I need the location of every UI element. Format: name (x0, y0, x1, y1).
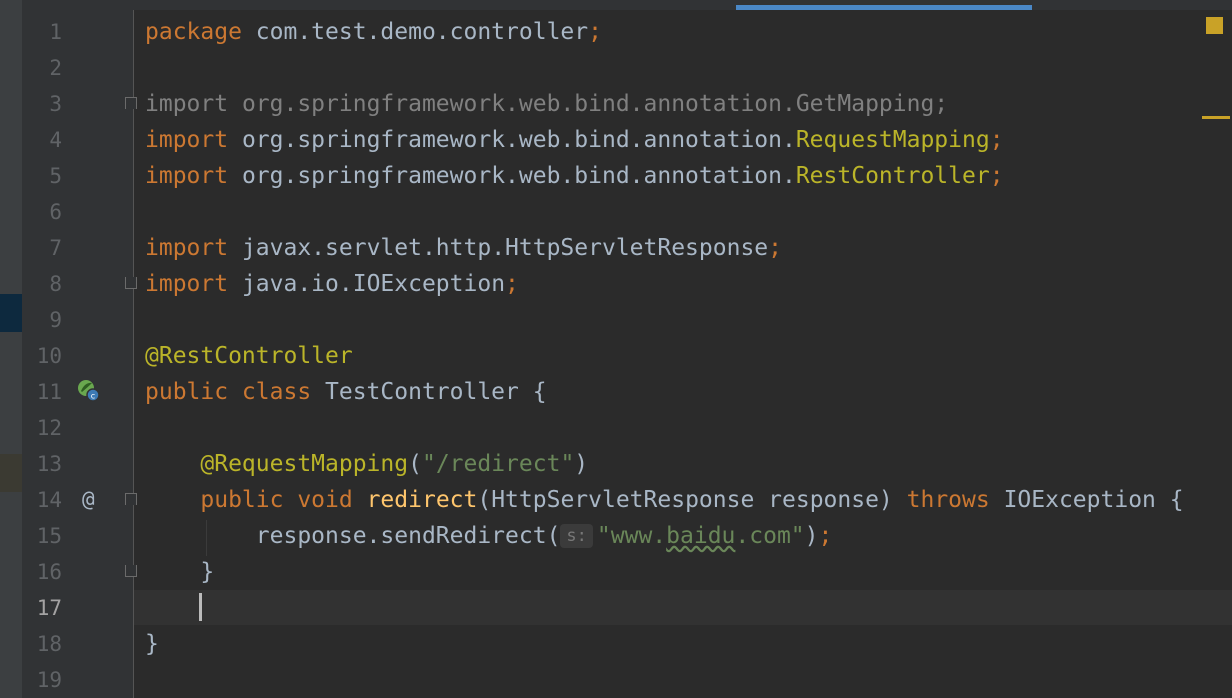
code-token: ( (408, 451, 422, 477)
code-token: } (145, 631, 159, 657)
line-number[interactable]: 10 (22, 338, 62, 374)
code-token: import (145, 235, 229, 261)
line-number[interactable]: 4 (22, 122, 62, 158)
code-token: import (145, 163, 229, 189)
code-token: (HttpServletResponse response) (477, 487, 907, 513)
code-token: import (145, 91, 229, 117)
line-number[interactable]: 14 (22, 482, 62, 518)
line-number[interactable]: 8 (22, 266, 62, 302)
code-line[interactable]: package com.test.demo.controller; (145, 14, 602, 50)
indent-guide (206, 520, 207, 556)
line-number[interactable]: 7 (22, 230, 62, 266)
fold-imports-start-icon[interactable] (125, 97, 137, 109)
inspection-status-icon[interactable] (1206, 17, 1223, 34)
code-token: IOException { (989, 487, 1184, 513)
code-token: public void (200, 487, 353, 513)
fold-method-end-icon[interactable] (125, 565, 137, 577)
svg-text:c: c (91, 392, 95, 401)
code-line[interactable]: public void redirect(HttpServletResponse… (145, 482, 1184, 518)
code-token: @RequestMapping (200, 451, 409, 477)
code-token: RestController (795, 163, 990, 189)
code-token: import (145, 127, 229, 153)
code-token: throws (906, 487, 990, 513)
code-token: @RestController (145, 343, 353, 369)
code-token: org.springframework.web.bind.annotation. (228, 163, 796, 189)
scrollbar-warning-marker[interactable] (1202, 116, 1230, 119)
code-line[interactable]: import javax.servlet.http.HttpServletRes… (145, 230, 782, 266)
code-line[interactable]: import java.io.IOException; (145, 266, 519, 302)
code-line[interactable]: response.sendRedirect(s: "www.baidu.com")… (145, 518, 833, 554)
fold-method-start-icon[interactable] (125, 493, 137, 505)
code-line[interactable]: import org.springframework.web.bind.anno… (145, 86, 948, 122)
code-line[interactable]: } (145, 554, 214, 590)
code-token: response.sendRedirect( (145, 523, 561, 549)
spring-bean-icon[interactable]: c (76, 378, 100, 402)
code-token: java.io.IOException (228, 271, 506, 297)
line-number[interactable]: 17 (22, 590, 62, 626)
line-number[interactable]: 19 (22, 662, 62, 698)
editor-tab-bar (22, 0, 1232, 10)
line-number[interactable]: 15 (22, 518, 62, 554)
line-number[interactable]: 9 (22, 302, 62, 338)
line-number[interactable]: 16 (22, 554, 62, 590)
line-number[interactable]: 11 (22, 374, 62, 410)
code-line[interactable]: import org.springframework.web.bind.anno… (145, 122, 1004, 158)
line-number[interactable]: 3 (22, 86, 62, 122)
request-mapping-at-icon[interactable]: @ (82, 484, 95, 514)
line-number[interactable]: 13 (22, 446, 62, 482)
line-number[interactable]: 1 (22, 14, 62, 50)
current-line-highlight (134, 590, 1232, 625)
code-token: } (145, 559, 215, 585)
parameter-hint: s: (560, 524, 593, 548)
text-caret (199, 593, 202, 621)
code-token: ; (505, 271, 519, 297)
code-token: org.springframework.web.bind.annotation. (228, 127, 796, 153)
code-token: org.springframework.web.bind.annotation.… (228, 91, 949, 117)
code-token: ; (989, 163, 1004, 189)
line-number[interactable]: 2 (22, 50, 62, 86)
code-line[interactable]: import org.springframework.web.bind.anno… (145, 158, 1004, 194)
line-number[interactable]: 5 (22, 158, 62, 194)
code-token: ; (768, 235, 782, 261)
code-token: import (145, 271, 229, 297)
code-token: baidu (666, 523, 736, 549)
code-token: public class (145, 379, 312, 405)
code-token: ; (989, 127, 1004, 153)
code-token: redirect (366, 487, 478, 513)
line-number[interactable]: 12 (22, 410, 62, 446)
code-token: "www. (596, 523, 667, 549)
code-line[interactable]: public class TestController { (145, 374, 547, 410)
line-number[interactable]: 6 (22, 194, 62, 230)
left-strip-highlight (0, 294, 22, 332)
code-token: .com" (735, 523, 805, 549)
code-token: RequestMapping (795, 127, 990, 153)
code-token: package (145, 19, 242, 45)
code-line[interactable]: @RequestMapping("/redirect") (145, 446, 588, 482)
code-token: javax.servlet.http.HttpServletResponse (228, 235, 769, 261)
code-token: ) (804, 523, 819, 549)
left-tool-strip (0, 0, 23, 698)
line-number[interactable]: 18 (22, 626, 62, 662)
code-token: ; (588, 19, 602, 45)
code-token: ; (818, 523, 833, 549)
code-token: ) (574, 451, 589, 477)
code-token: TestController { (311, 379, 547, 405)
code-token: com.test.demo.controller (241, 19, 589, 45)
code-token: "/redirect" (421, 451, 575, 477)
code-line[interactable]: @RestController (145, 338, 353, 374)
fold-imports-end-icon[interactable] (125, 277, 137, 289)
code-line[interactable]: } (145, 626, 159, 662)
left-strip-marker (0, 454, 22, 492)
